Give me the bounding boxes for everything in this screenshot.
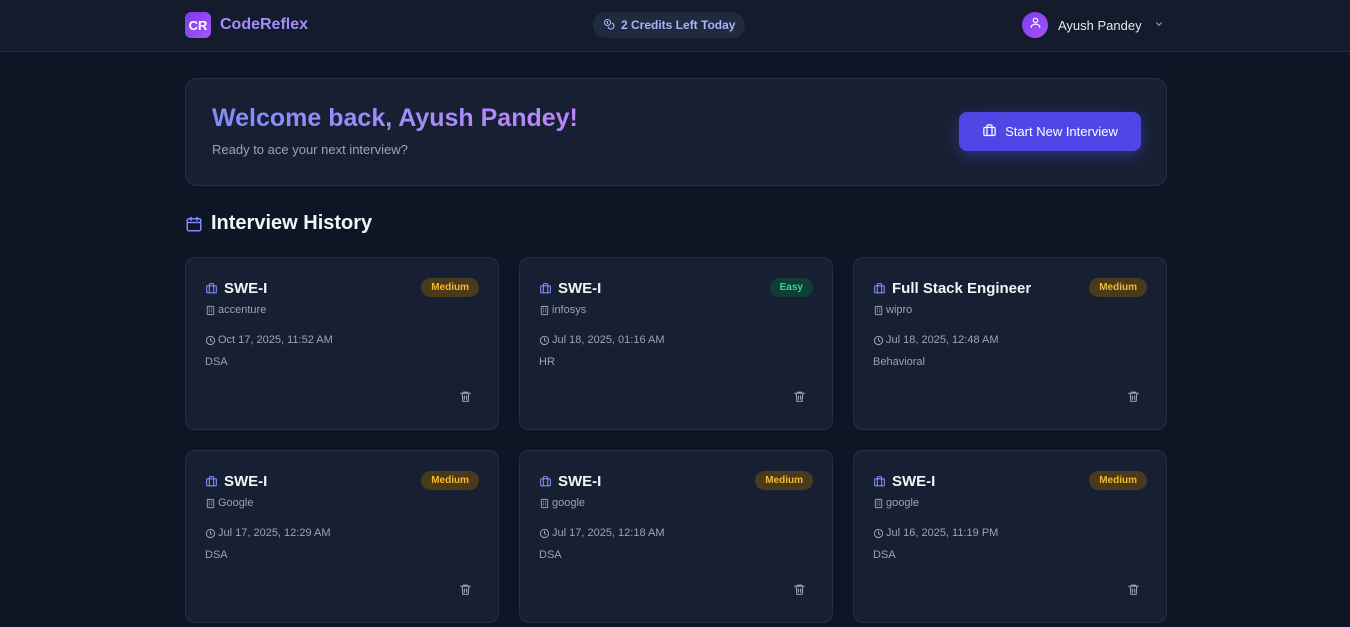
difficulty-badge: Medium (1089, 278, 1147, 297)
card-title: SWE-I (539, 280, 601, 297)
clock-icon (539, 335, 550, 346)
chevron-down-icon[interactable] (1152, 16, 1164, 34)
briefcase-icon (539, 282, 552, 295)
interview-type: DSA (539, 549, 562, 561)
briefcase-icon (205, 282, 218, 295)
top-navbar: CR CodeReflex 2 Credits Left Today Ayush… (0, 0, 1350, 52)
company-name: infosys (552, 304, 587, 316)
date-text: Oct 17, 2025, 11:52 AM (218, 334, 333, 346)
briefcase-icon (539, 475, 552, 488)
interview-type: DSA (205, 356, 228, 368)
difficulty-badge: Easy (769, 278, 813, 297)
card-company: accenture (205, 304, 266, 316)
card-title: SWE-I (539, 473, 601, 490)
card-company: wipro (873, 304, 912, 316)
card-date: Oct 17, 2025, 11:52 AM (205, 334, 333, 346)
card-company: google (873, 497, 919, 509)
difficulty-badge: Medium (1089, 471, 1147, 490)
company-name: accenture (218, 304, 267, 316)
welcome-title: Welcome back, Ayush Pandey! (212, 104, 578, 132)
card-role: Full Stack Engineer (892, 280, 1032, 297)
card-title: SWE-I (205, 280, 267, 297)
card-role: SWE-I (224, 280, 268, 297)
clock-icon (539, 528, 550, 539)
card-company: infosys (539, 304, 586, 316)
building-icon (539, 305, 550, 316)
clock-icon (873, 528, 884, 539)
building-icon (873, 498, 884, 509)
trash-icon[interactable] (459, 583, 473, 597)
section-title: Interview History (211, 212, 373, 234)
trash-icon[interactable] (459, 390, 473, 404)
interview-card[interactable]: SWE-I Medium google Jul 17, 2025, 12:18 AM D… (519, 450, 833, 623)
difficulty-badge: Medium (421, 278, 479, 297)
card-title: SWE-I (873, 473, 935, 490)
company-name: wipro (886, 304, 913, 316)
interview-type: HR (539, 356, 555, 368)
logo-badge: CR (185, 12, 211, 38)
building-icon (205, 305, 216, 316)
card-date: Jul 16, 2025, 11:19 PM (873, 527, 998, 539)
difficulty-badge: Medium (421, 471, 479, 490)
briefcase-icon (205, 475, 218, 488)
card-role: SWE-I (224, 473, 268, 490)
user-icon (1029, 16, 1042, 34)
trash-icon[interactable] (793, 390, 807, 404)
card-title: SWE-I (205, 473, 267, 490)
date-text: Jul 17, 2025, 12:29 AM (218, 527, 331, 539)
card-date: Jul 18, 2025, 01:16 AM (539, 334, 665, 346)
interview-type: Behavioral (873, 356, 925, 368)
card-date: Jul 17, 2025, 12:29 AM (205, 527, 331, 539)
start-button-label: Start New Interview (1005, 124, 1118, 139)
card-role: SWE-I (558, 280, 602, 297)
credits-label: 2 Credits Left Today (621, 18, 736, 32)
date-text: Jul 17, 2025, 12:18 AM (552, 527, 665, 539)
briefcase-icon (873, 282, 886, 295)
interview-type: DSA (873, 549, 896, 561)
building-icon (539, 498, 550, 509)
card-company: Google (205, 497, 253, 509)
interview-card[interactable]: Full Stack Engineer Medium wipro Jul 18, 20… (853, 257, 1167, 430)
interview-card[interactable]: SWE-I Easy infosys Jul 18, 2025, 01:16 AM HR (519, 257, 833, 430)
company-name: Google (218, 497, 254, 509)
welcome-subtitle: Ready to ace your next interview? (212, 142, 408, 157)
trash-icon[interactable] (1127, 390, 1141, 404)
logo[interactable]: CR CodeReflex (185, 12, 308, 38)
company-name: google (886, 497, 920, 509)
difficulty-badge: Medium (755, 471, 813, 490)
date-text: Jul 18, 2025, 01:16 AM (552, 334, 665, 346)
trash-icon[interactable] (793, 583, 807, 597)
building-icon (873, 305, 884, 316)
clock-icon (873, 335, 884, 346)
card-date: Jul 18, 2025, 12:48 AM (873, 334, 999, 346)
interview-card[interactable]: SWE-I Medium accenture Oct 17, 2025, 11:52 … (185, 257, 499, 430)
briefcase-icon (982, 123, 997, 141)
card-role: SWE-I (558, 473, 602, 490)
card-role: SWE-I (892, 473, 936, 490)
card-company: google (539, 497, 585, 509)
date-text: Jul 16, 2025, 11:19 PM (886, 527, 999, 539)
user-menu[interactable]: Ayush Pandey (1022, 12, 1164, 38)
interview-history-heading: Interview History (185, 212, 372, 235)
avatar (1022, 12, 1048, 38)
credits-pill: 2 Credits Left Today (593, 12, 746, 38)
trash-icon[interactable] (1127, 583, 1141, 597)
card-date: Jul 17, 2025, 12:18 AM (539, 527, 665, 539)
company-name: google (552, 497, 586, 509)
briefcase-icon (873, 475, 886, 488)
calendar-icon (185, 215, 203, 233)
start-new-interview-button[interactable]: Start New Interview (959, 112, 1141, 151)
user-name: Ayush Pandey (1058, 17, 1142, 33)
building-icon (205, 498, 216, 509)
date-text: Jul 18, 2025, 12:48 AM (886, 334, 999, 346)
card-title: Full Stack Engineer (873, 280, 1031, 297)
coins-icon (603, 18, 615, 33)
interview-card[interactable]: SWE-I Medium google Jul 16, 2025, 11:19 PM D… (853, 450, 1167, 623)
interview-type: DSA (205, 549, 228, 561)
clock-icon (205, 528, 216, 539)
logo-text: CodeReflex (220, 16, 309, 33)
interview-card[interactable]: SWE-I Medium Google Jul 17, 2025, 12:29 AM D… (185, 450, 499, 623)
welcome-card: Welcome back, Ayush Pandey! Ready to ace… (185, 78, 1167, 186)
clock-icon (205, 335, 216, 346)
